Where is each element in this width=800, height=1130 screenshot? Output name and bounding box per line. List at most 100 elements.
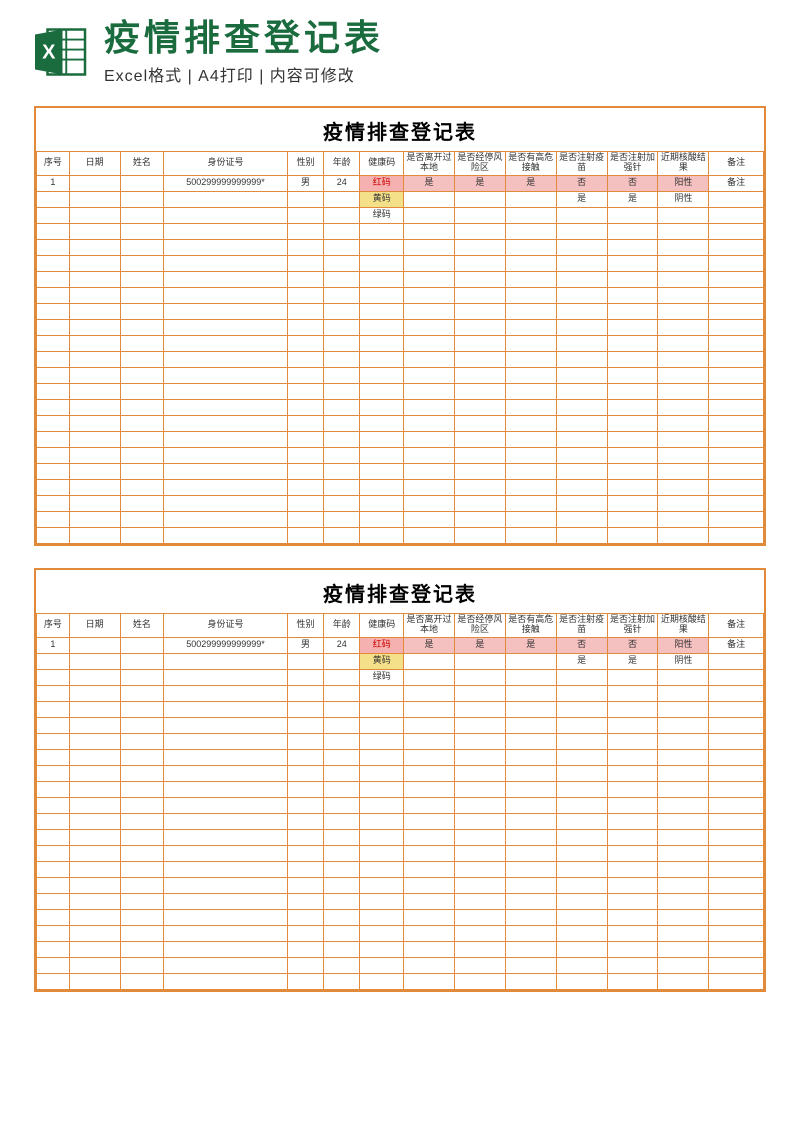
table-row: 黄码 是 是 阴性 xyxy=(37,653,764,669)
table-row xyxy=(37,845,764,861)
col-note: 备注 xyxy=(709,151,764,175)
cell xyxy=(69,175,120,191)
cell-age: 24 xyxy=(324,637,360,653)
col-boost: 是否注射加强针 xyxy=(607,613,658,637)
cell-code-yellow: 黄码 xyxy=(360,191,404,207)
cell-code-yellow: 黄码 xyxy=(360,653,404,669)
cell xyxy=(709,191,764,207)
excel-icon: X xyxy=(30,22,90,82)
table-row xyxy=(37,319,764,335)
col-id: 身份证号 xyxy=(164,613,288,637)
cell xyxy=(164,653,288,669)
col-id: 身份证号 xyxy=(164,151,288,175)
cell xyxy=(454,653,505,669)
table-row xyxy=(37,973,764,989)
col-age: 年龄 xyxy=(324,613,360,637)
col-seq: 序号 xyxy=(37,151,70,175)
cell-leave: 是 xyxy=(404,175,455,191)
cell xyxy=(37,191,70,207)
cell xyxy=(37,669,70,685)
table-row xyxy=(37,893,764,909)
table-row xyxy=(37,527,764,543)
cell xyxy=(287,191,323,207)
main-title: 疫情排查登记表 xyxy=(104,18,770,58)
table-row xyxy=(37,685,764,701)
cell-contact: 是 xyxy=(505,637,556,653)
cell xyxy=(164,191,288,207)
col-test: 近期核酸结果 xyxy=(658,613,709,637)
table-row xyxy=(37,447,764,463)
cell xyxy=(69,653,120,669)
cell-risk: 是 xyxy=(454,637,505,653)
cell xyxy=(324,653,360,669)
col-risk: 是否经停风险区 xyxy=(454,613,505,637)
col-vacc: 是否注射疫苗 xyxy=(556,151,607,175)
col-date: 日期 xyxy=(69,613,120,637)
cell-sex: 男 xyxy=(287,175,323,191)
cell-note: 备注 xyxy=(709,637,764,653)
cell xyxy=(658,669,709,685)
table-row xyxy=(37,925,764,941)
cell xyxy=(37,207,70,223)
cell xyxy=(607,669,658,685)
cell-id: 500299999999999* xyxy=(164,175,288,191)
cell xyxy=(164,669,288,685)
sheet-title: 疫情排查登记表 xyxy=(36,108,764,151)
table-row xyxy=(37,255,764,271)
cell xyxy=(120,191,164,207)
header-row: 序号 日期 姓名 身份证号 性别 年龄 健康码 是否离开过本地 是否经停风险区 … xyxy=(37,613,764,637)
cell xyxy=(120,637,164,653)
table-row xyxy=(37,733,764,749)
cell xyxy=(69,207,120,223)
table-row xyxy=(37,383,764,399)
table-row xyxy=(37,287,764,303)
table-row xyxy=(37,829,764,845)
table-row xyxy=(37,271,764,287)
col-age: 年龄 xyxy=(324,151,360,175)
cell xyxy=(709,669,764,685)
cell xyxy=(454,207,505,223)
cell-test: 阳性 xyxy=(658,637,709,653)
cell-vacc: 是 xyxy=(556,653,607,669)
cell-boost: 是 xyxy=(607,653,658,669)
cell xyxy=(287,207,323,223)
cell xyxy=(505,653,556,669)
table-row xyxy=(37,781,764,797)
table-row: 黄码 是 是 阴性 xyxy=(37,191,764,207)
table-row xyxy=(37,813,764,829)
table-body: 1 500299999999999* 男 24 红码 是 是 是 否 否 阳性 … xyxy=(37,637,764,989)
cell xyxy=(404,653,455,669)
svg-text:X: X xyxy=(42,41,56,63)
table-row xyxy=(37,877,764,893)
cell-leave: 是 xyxy=(404,637,455,653)
cell-test: 阳性 xyxy=(658,175,709,191)
cell xyxy=(709,653,764,669)
table-row: 绿码 xyxy=(37,669,764,685)
table-row xyxy=(37,957,764,973)
sheet-2: 疫情排查登记表 序号 日期 姓名 身份证号 性别 年龄 健康码 是否离开过本地 xyxy=(34,568,766,992)
table-row xyxy=(37,495,764,511)
cell xyxy=(324,191,360,207)
col-code: 健康码 xyxy=(360,613,404,637)
col-sex: 性别 xyxy=(287,613,323,637)
table-row xyxy=(37,335,764,351)
cell-vacc: 是 xyxy=(556,191,607,207)
cell xyxy=(324,207,360,223)
cell-code-green: 绿码 xyxy=(360,207,404,223)
cell-note: 备注 xyxy=(709,175,764,191)
cell xyxy=(120,175,164,191)
col-contact: 是否有高危接触 xyxy=(505,151,556,175)
cell-vacc: 否 xyxy=(556,175,607,191)
cell-age: 24 xyxy=(324,175,360,191)
table-row xyxy=(37,717,764,733)
table-row xyxy=(37,351,764,367)
cell-test: 阴性 xyxy=(658,653,709,669)
table-row xyxy=(37,399,764,415)
table-row xyxy=(37,701,764,717)
cell-seq: 1 xyxy=(37,637,70,653)
cell-contact: 是 xyxy=(505,175,556,191)
cell xyxy=(120,669,164,685)
col-vacc: 是否注射疫苗 xyxy=(556,613,607,637)
col-name: 姓名 xyxy=(120,151,164,175)
table-row xyxy=(37,861,764,877)
